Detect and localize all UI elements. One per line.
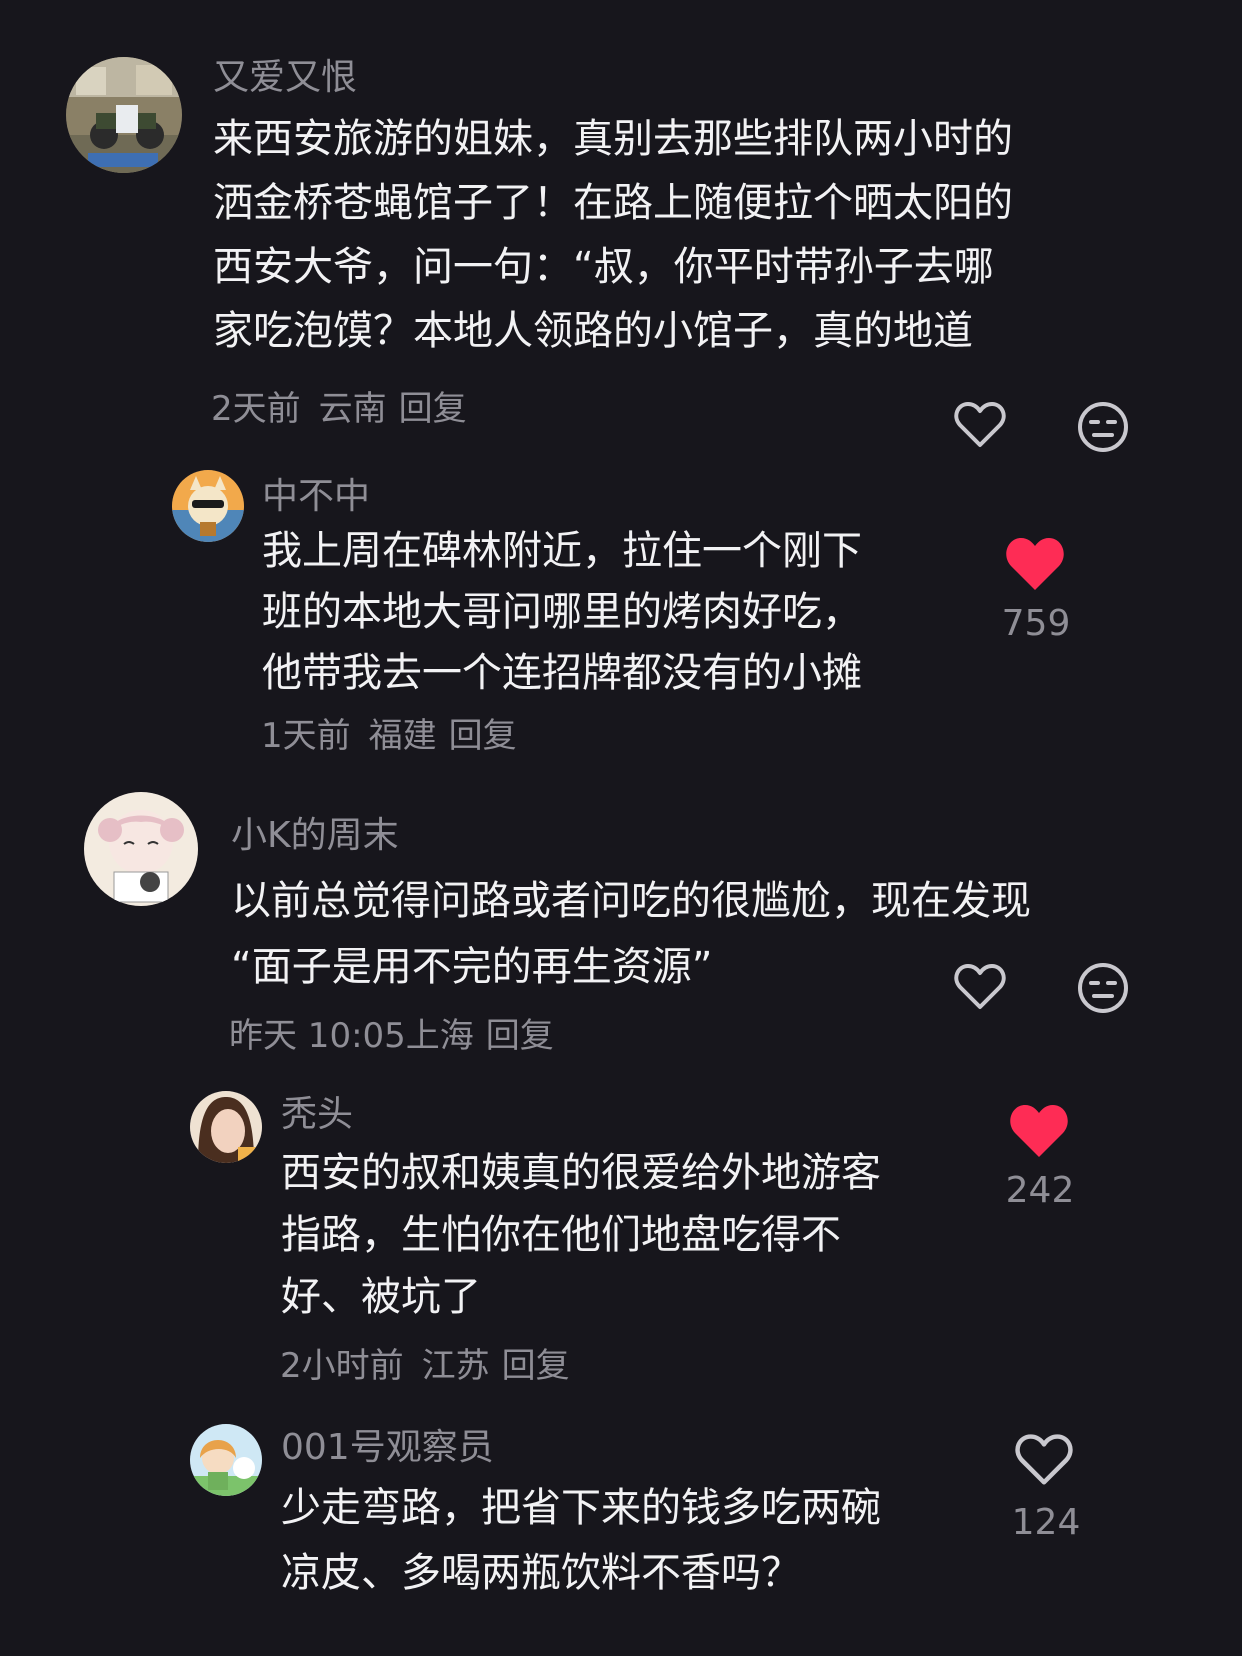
heart-outline-icon[interactable] [1015, 1433, 1073, 1487]
like-count: 124 [1011, 1502, 1081, 1543]
reply-item: 001号观察员 少走弯路，把省下来的钱多吃两碗 凉皮、多喝两瓶饮料不香吗？ 12… [0, 0, 1242, 1656]
comment-text: 少走弯路，把省下来的钱多吃两碗 凉皮、多喝两瓶饮料不香吗？ [281, 1476, 881, 1606]
avatar[interactable] [190, 1424, 262, 1496]
comment-line: 少走弯路，把省下来的钱多吃两碗 [281, 1485, 881, 1531]
comment-line: 凉皮、多喝两瓶饮料不香吗？ [281, 1550, 801, 1596]
username[interactable]: 001号观察员 [281, 1426, 494, 1470]
